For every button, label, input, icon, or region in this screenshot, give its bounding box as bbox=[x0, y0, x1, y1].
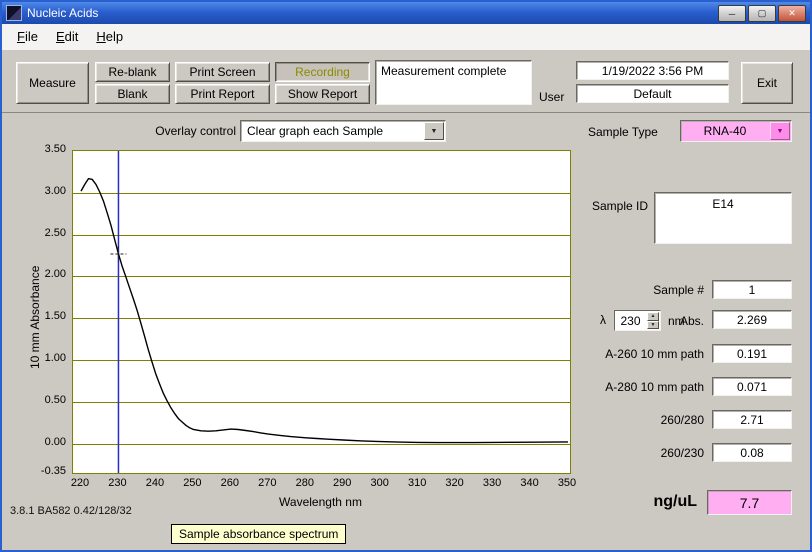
menu-item-help[interactable]: Help bbox=[87, 24, 132, 50]
sample-type-value: RNA-40 bbox=[703, 124, 747, 138]
menu-item-edit[interactable]: Edit bbox=[47, 24, 87, 50]
x-axis-title: Wavelength nm bbox=[279, 495, 362, 509]
x-tick-label: 240 bbox=[145, 477, 165, 489]
sample-type-label: Sample Type bbox=[588, 125, 658, 139]
y-tick-label: 3.00 bbox=[44, 184, 66, 197]
ratio-260-230-label: 260/230 bbox=[660, 446, 704, 460]
x-tick-label: 270 bbox=[258, 477, 277, 489]
ratio-260-280-value: 2.71 bbox=[712, 410, 792, 429]
overlay-control-value: Clear graph each Sample bbox=[247, 124, 384, 138]
x-tick-label: 280 bbox=[295, 477, 314, 489]
x-tick-label: 290 bbox=[333, 477, 352, 489]
y-tick-label: 3.50 bbox=[44, 143, 66, 155]
y-tick-label: 0.50 bbox=[44, 393, 66, 406]
print-screen-button[interactable]: Print Screen bbox=[175, 62, 270, 82]
menu-item-file[interactable]: File bbox=[8, 24, 47, 50]
sample-id-label: Sample ID bbox=[591, 199, 648, 213]
title-bar: Nucleic Acids ─ ▢ ✕ bbox=[2, 2, 810, 24]
a280-value: 0.071 bbox=[712, 377, 792, 396]
concentration-unit-label: ng/uL bbox=[653, 493, 697, 510]
sample-number-value: 1 bbox=[712, 280, 792, 299]
version-text: 3.8.1 BA582 0.42/128/32 bbox=[10, 505, 132, 517]
x-tick-label: 350 bbox=[557, 477, 577, 489]
close-button[interactable]: ✕ bbox=[778, 5, 806, 22]
reblank-button[interactable]: Re-blank bbox=[95, 62, 170, 82]
maximize-button[interactable]: ▢ bbox=[748, 5, 776, 22]
chevron-down-icon[interactable]: ▼ bbox=[770, 122, 790, 140]
exit-button[interactable]: Exit bbox=[741, 62, 793, 104]
x-tick-label: 300 bbox=[370, 477, 389, 489]
x-tick-label: 330 bbox=[482, 477, 502, 489]
y-tick-label: -0.35 bbox=[40, 465, 66, 477]
app-window: Nucleic Acids ─ ▢ ✕ File Edit Help Measure… bbox=[0, 0, 812, 552]
y-tick-label: 2.00 bbox=[44, 268, 66, 281]
minimize-button[interactable]: ─ bbox=[718, 5, 746, 22]
user-field[interactable]: Default bbox=[576, 84, 729, 103]
sample-number-label: Sample # bbox=[653, 283, 704, 297]
ratio-260-230-value: 0.08 bbox=[712, 443, 792, 462]
x-tick-label: 260 bbox=[220, 477, 240, 489]
abs-label: Abs. bbox=[679, 314, 704, 328]
spectrum-plot[interactable] bbox=[72, 150, 571, 474]
x-tick-label: 320 bbox=[445, 477, 464, 489]
spectrum-svg bbox=[73, 151, 570, 473]
concentration-value: 7.7 bbox=[707, 490, 792, 515]
print-report-button[interactable]: Print Report bbox=[175, 84, 270, 104]
sample-id-field[interactable]: E14 bbox=[654, 192, 792, 244]
measure-button[interactable]: Measure bbox=[16, 62, 89, 104]
x-tick-label: 340 bbox=[520, 477, 539, 489]
recording-button[interactable]: Recording bbox=[275, 62, 370, 82]
show-report-button[interactable]: Show Report bbox=[275, 84, 370, 104]
x-tick-label: 230 bbox=[108, 477, 127, 489]
menu-bar: File Edit Help bbox=[2, 24, 810, 51]
a260-value: 0.191 bbox=[712, 344, 792, 363]
wavelength-value: 230 bbox=[620, 313, 641, 328]
chevron-down-icon[interactable]: ▼ bbox=[424, 122, 444, 140]
y-tick-label: 1.50 bbox=[44, 310, 66, 323]
sample-type-dropdown[interactable]: RNA-40 ▼ bbox=[680, 120, 792, 142]
y-tick-label: 0.00 bbox=[44, 435, 66, 448]
a280-label: A-280 10 mm path bbox=[605, 380, 704, 394]
measurement-status: Measurement complete bbox=[375, 60, 532, 105]
x-tick-label: 220 bbox=[70, 477, 90, 489]
datetime-field: 1/19/2022 3:56 PM bbox=[576, 61, 729, 80]
overlay-control-dropdown[interactable]: Clear graph each Sample ▼ bbox=[240, 120, 446, 142]
ratio-260-280-label: 260/280 bbox=[660, 413, 704, 427]
lambda-label: λ bbox=[600, 313, 606, 327]
y-tick-label: 1.00 bbox=[44, 352, 66, 365]
blank-button[interactable]: Blank bbox=[95, 84, 170, 104]
app-icon bbox=[6, 5, 22, 21]
a260-label: A-260 10 mm path bbox=[605, 347, 704, 361]
window-title: Nucleic Acids bbox=[27, 6, 99, 20]
x-tick-label: 310 bbox=[407, 477, 427, 489]
y-tick-label: 2.50 bbox=[44, 226, 66, 239]
chart-tooltip: Sample absorbance spectrum bbox=[171, 524, 347, 544]
overlay-control-label: Overlay control bbox=[155, 124, 236, 138]
x-tick-label: 250 bbox=[183, 477, 202, 489]
abs-value: 2.269 bbox=[712, 310, 792, 329]
user-label: User bbox=[539, 90, 565, 104]
